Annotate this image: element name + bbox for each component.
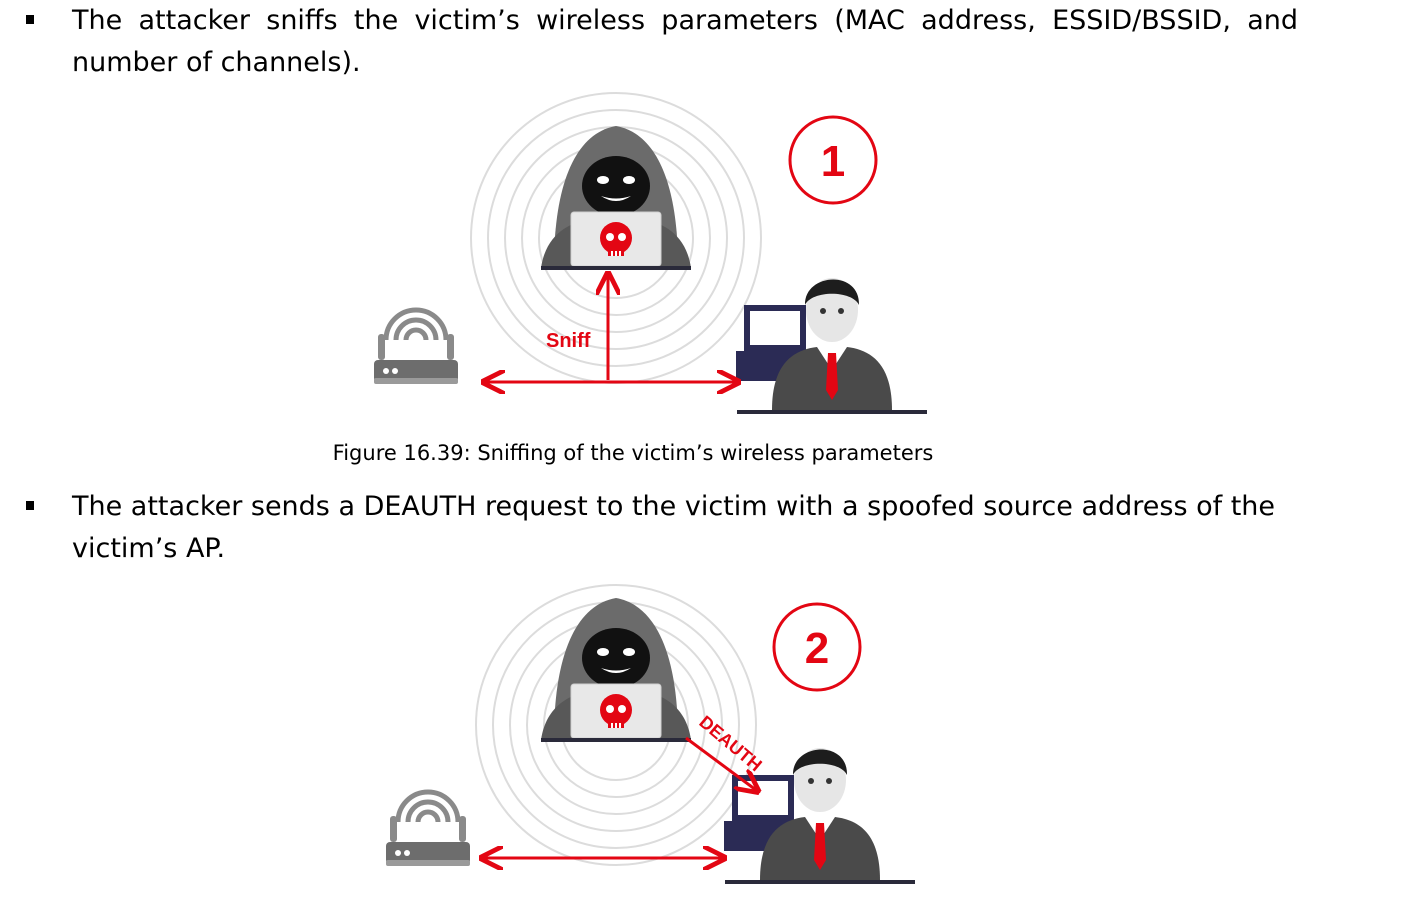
step-number: 2 — [805, 624, 829, 673]
hacker-icon — [540, 597, 692, 743]
figure-deauth: 2 DEAUTH — [0, 584, 915, 884]
router-icon — [386, 792, 470, 866]
step-badge-2: 2 — [772, 602, 862, 692]
